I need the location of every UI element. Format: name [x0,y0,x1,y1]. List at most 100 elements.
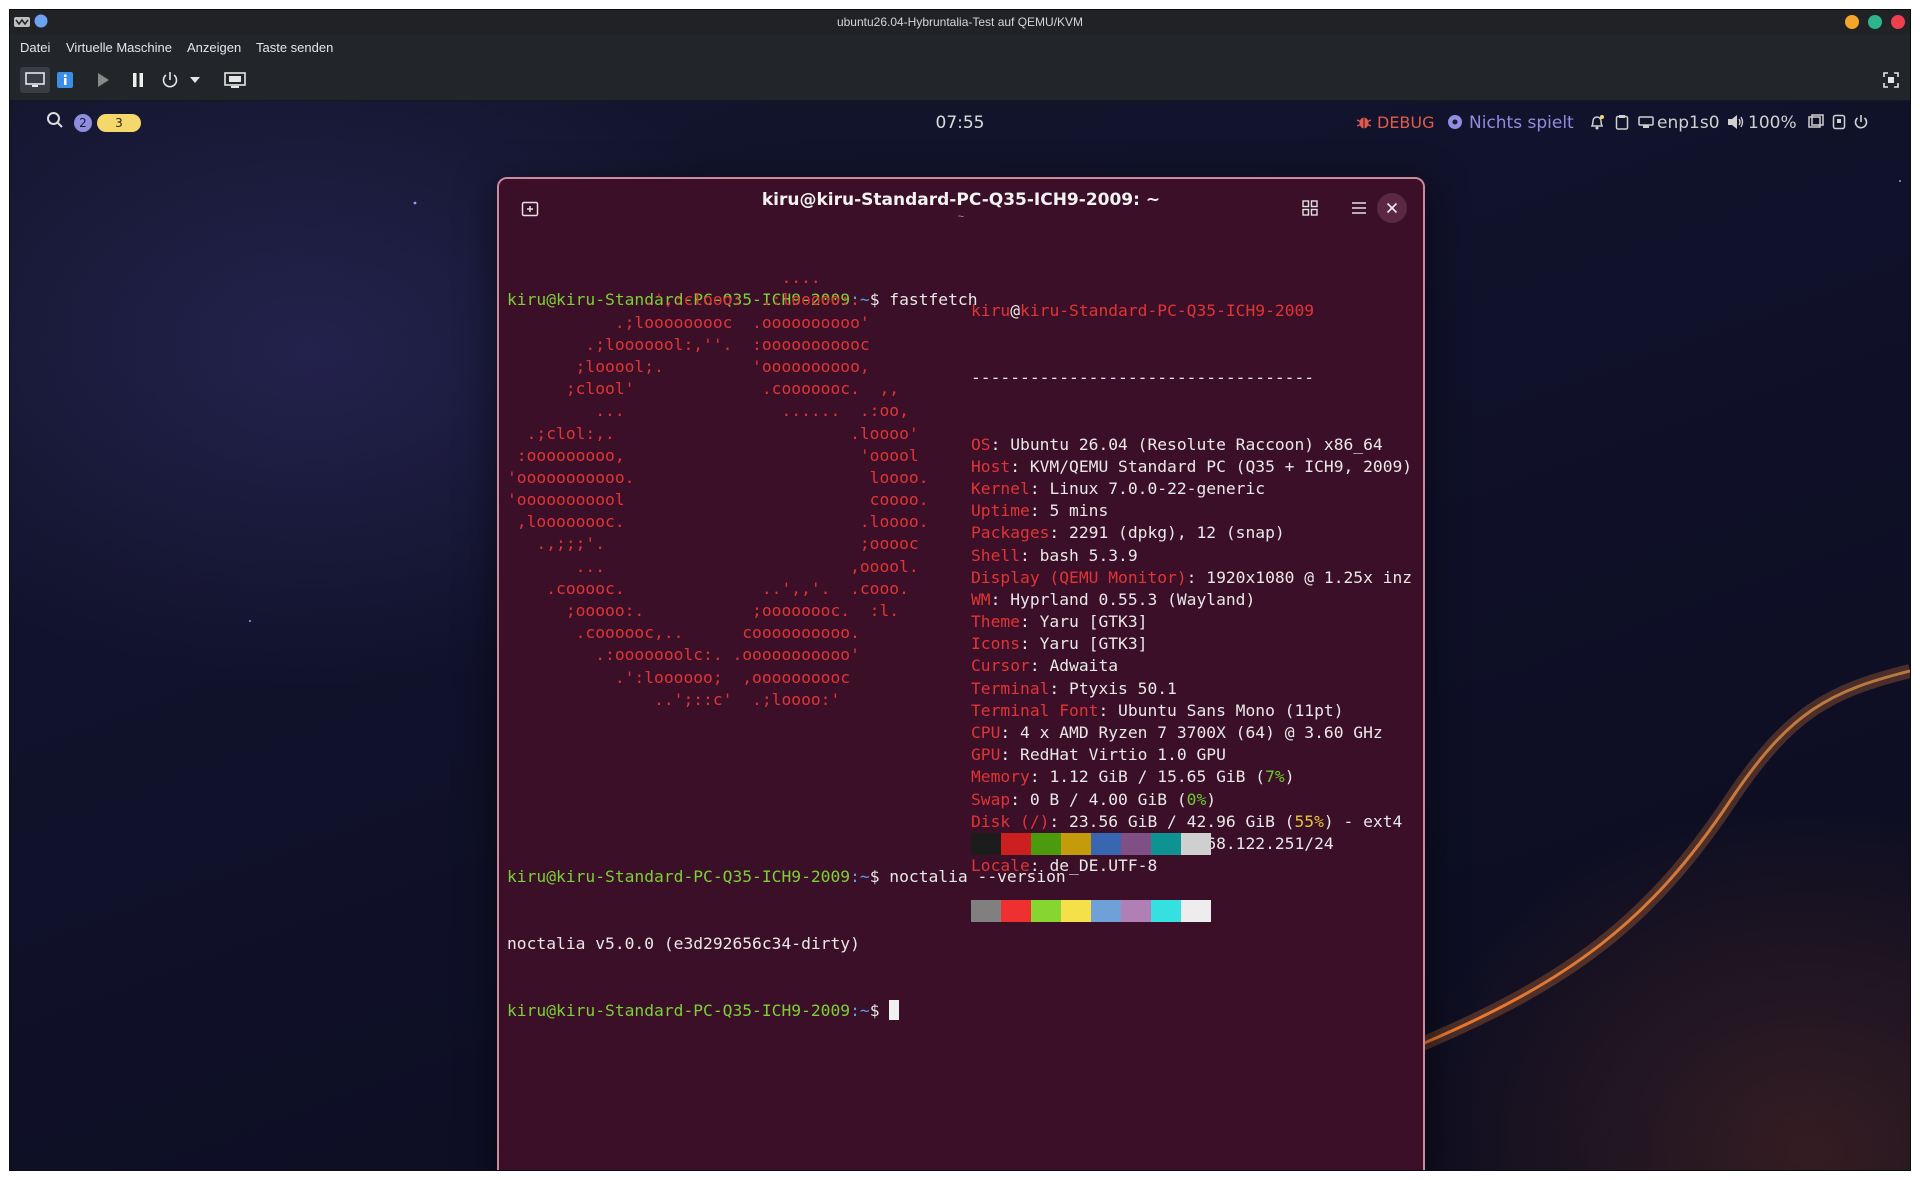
volume-icon[interactable] [1727,114,1745,135]
clipboard-icon[interactable] [1615,114,1629,135]
info-value: Ubuntu Sans Mono (11pt) [1118,700,1344,720]
guest-top-bar: 2 3 07:55 DEBUG Nichts spielt enp1s0 100… [10,101,1910,143]
logo-line: ;looool;. 'oooooooooo, [507,356,870,376]
volume-label[interactable]: 100% [1748,113,1797,133]
palette-swatch [1091,899,1121,922]
maximize-button[interactable] [1868,15,1882,29]
hamburger-menu-icon[interactable] [1344,193,1374,223]
menu-anzeigen[interactable]: Anzeigen [187,40,241,55]
logo-line: 'ooooooooooo. loooo. [507,467,929,487]
prompt-sign: $ [869,867,890,887]
run-icon[interactable] [92,70,114,90]
info-key: OS [971,434,991,454]
media-icon[interactable] [1447,114,1463,135]
logo-line: .:ooooooolc:. .ooooooooooo' [507,645,860,665]
media-label[interactable]: Nichts spielt [1469,113,1574,133]
info-value: Yaru [GTK3] [1039,612,1148,632]
info-row: Kernel: Linux 7.0.0-22-generic [971,478,1266,498]
info-key: Packages [971,523,1050,543]
network-icon[interactable] [1638,114,1654,135]
info-row: Display (QEMU Monitor): 1920x1080 @ 1.25… [971,567,1413,587]
window-titlebar[interactable]: ubuntu26.04-Hybruntalia-Test auf QEMU/KV… [10,10,1910,34]
info-row: Shell: bash 5.3.9 [971,545,1138,565]
logo-line: .;looooool:,''. :ooooooooooc [507,334,870,354]
info-row: Uptime: 5 mins [971,501,1109,521]
info-key: CPU [971,723,1001,743]
prompt-user: kiru@kiru-Standard-PC-Q35-ICH9-2009 [507,867,851,887]
info-key: Terminal [971,678,1050,698]
palette-swatch [1121,833,1151,856]
after-fastfetch: kiru@kiru-Standard-PC-Q35-ICH9-2009:~$ n… [507,822,1066,1066]
info-row: Cursor: Adwaita [971,656,1119,676]
info-percent: 7% [1265,767,1285,787]
palette-swatch [1151,899,1181,922]
text-cursor [889,999,900,1020]
menu-datei[interactable]: Datei [20,40,50,55]
info-value: KVM/QEMU Standard PC (Q35 + ICH9, 2009) [1029,456,1413,476]
info-key: Theme [971,612,1021,632]
power-icon[interactable] [159,70,181,90]
network-label[interactable]: enp1s0 [1657,113,1720,133]
terminal-output[interactable]: kiru@kiru-Standard-PC-Q35-ICH9-2009:~$ f… [507,245,1415,1165]
info-key: Uptime [971,501,1030,521]
tab-overview-icon[interactable] [1295,193,1325,223]
info-key: Kernel [971,478,1030,498]
logo-line: .cooooc. ..',,'. .cooo. [507,578,909,598]
prompt-line-active[interactable]: kiru@kiru-Standard-PC-Q35-ICH9-2009:~$ [507,999,1066,1022]
info-value: 1920x1080 @ 1.25x inz [1206,567,1413,587]
info-value: Ubuntu 26.04 (Resolute Raccoon) x86_64 [1010,434,1383,454]
logo-line: ,loooooooc. .loooo. [507,512,929,532]
logo-line: .;looooooooc .oooooooooo' [507,312,870,332]
info-value: 5 mins [1049,501,1109,521]
close-window-button[interactable] [1891,15,1905,29]
prompt-path: :~ [850,867,870,887]
logo-line: ..';::c' .;loooo:' [507,689,841,709]
guest-desktop[interactable]: 2 3 07:55 DEBUG Nichts spielt enp1s0 100… [10,101,1910,1170]
info-key: Host [971,456,1011,476]
palette-swatch [1181,899,1211,922]
console-icon[interactable] [20,67,50,93]
palette-swatch [1181,833,1211,856]
keyboard-layout-icon[interactable] [1832,114,1846,135]
pause-icon[interactable] [127,70,149,90]
terminal-window[interactable]: kiru@kiru-Standard-PC-Q35-ICH9-2009: ~ ~… [497,177,1425,1170]
info-row: OS: Ubuntu 26.04 (Resolute Raccoon) x86_… [971,434,1383,454]
menu-taste-senden[interactable]: Taste senden [256,40,333,55]
prompt-line: kiru@kiru-Standard-PC-Q35-ICH9-2009:~$ n… [507,866,1066,888]
details-icon[interactable] [54,70,76,90]
debug-label[interactable]: DEBUG [1377,113,1435,132]
power-menu-icon[interactable] [1853,114,1869,135]
vm-viewer-window: ubuntu26.04-Hybruntalia-Test auf QEMU/KV… [10,10,1910,1170]
info-row: Terminal: Ptyxis 50.1 [971,678,1177,698]
info-key: Shell [971,545,1021,565]
window-title: ubuntu26.04-Hybruntalia-Test auf QEMU/KV… [836,15,1084,29]
window-overview-icon[interactable] [1808,114,1824,135]
info-value: Ptyxis 50.1 [1069,678,1177,698]
menu-virtuelle-maschine[interactable]: Virtuelle Maschine [66,40,172,55]
info-row: Host: KVM/QEMU Standard PC (Q35 + ICH9, … [971,456,1413,476]
power-menu-chevron-icon[interactable] [188,70,202,90]
info-row: Icons: Yaru [GTK3] [971,634,1148,654]
debug-bug-icon[interactable] [1356,114,1372,135]
terminal-headerbar[interactable]: kiru@kiru-Standard-PC-Q35-ICH9-2009: ~ ~ [499,179,1423,235]
terminal-close-icon[interactable] [1377,193,1407,223]
command-text: noctalia --version [889,867,1066,887]
notification-bell-icon[interactable] [1589,114,1605,135]
info-row: Terminal Font: Ubuntu Sans Mono (11pt) [971,700,1344,720]
logo-line: .... [507,268,821,288]
info-value: Adwaita [1049,656,1119,676]
palette-swatch [1091,833,1121,856]
info-key: Icons [971,634,1021,654]
info-key: Memory [971,767,1030,787]
logo-line: .,;;;'. ;ooooc [507,534,919,554]
info-row: Packages: 2291 (dpkg), 12 (snap) [971,523,1285,543]
minimize-button[interactable] [1845,15,1859,29]
fullscreen-icon[interactable] [1880,70,1902,90]
logo-line: .':loooooo; ,oooooooooc [507,667,851,687]
info-value: Hyprland 0.55.3 (Wayland) [1010,589,1256,609]
logo-line: 'ooooooooool coooo. [507,490,929,510]
snapshot-icon[interactable] [223,70,247,90]
logo-line: ... ,ooool. [507,556,919,576]
info-row: WM: Hyprland 0.55.3 (Wayland) [971,589,1256,609]
info-value: bash 5.3.9 [1039,545,1138,565]
